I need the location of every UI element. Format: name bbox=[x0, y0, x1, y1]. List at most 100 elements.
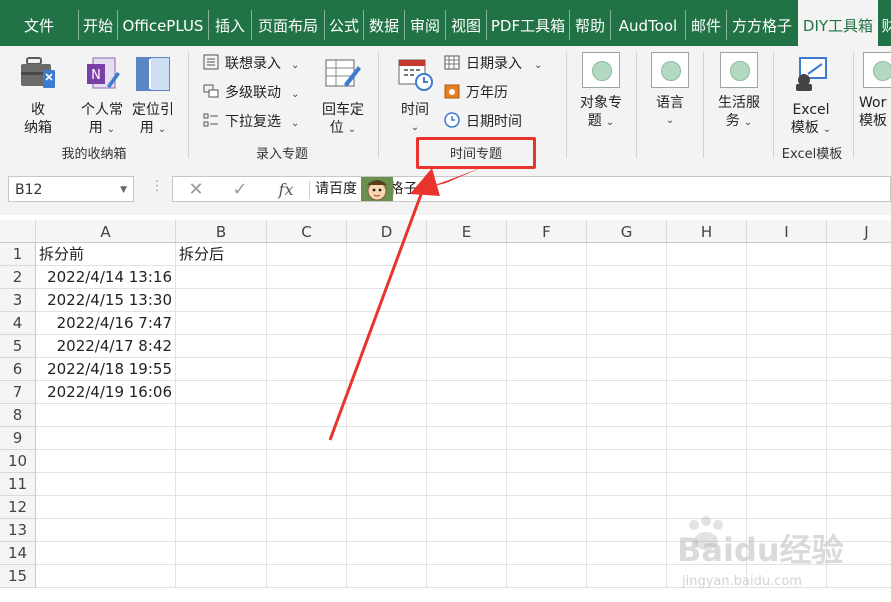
cell-G7[interactable] bbox=[587, 381, 667, 404]
cell-I7[interactable] bbox=[747, 381, 827, 404]
cell-C10[interactable] bbox=[267, 450, 347, 473]
cell-F7[interactable] bbox=[507, 381, 587, 404]
cell-D12[interactable] bbox=[347, 496, 427, 519]
cell-B12[interactable] bbox=[176, 496, 267, 519]
tab-file[interactable]: 文件 bbox=[0, 0, 78, 46]
cell-D4[interactable] bbox=[347, 312, 427, 335]
cell-E10[interactable] bbox=[427, 450, 507, 473]
cell-E8[interactable] bbox=[427, 404, 507, 427]
row-header-12[interactable]: 12 bbox=[0, 496, 36, 519]
cell-J6[interactable] bbox=[827, 358, 891, 381]
datetime-button[interactable]: 日期时间 bbox=[444, 111, 522, 133]
word-template-button[interactable]: Wor 模板 bbox=[859, 52, 891, 130]
cell-I4[interactable] bbox=[747, 312, 827, 335]
cell-D5[interactable] bbox=[347, 335, 427, 358]
cell-G13[interactable] bbox=[587, 519, 667, 542]
row-header-10[interactable]: 10 bbox=[0, 450, 36, 473]
cell-G4[interactable] bbox=[587, 312, 667, 335]
date-input-button[interactable]: 日期录入 ⌄ bbox=[444, 53, 542, 75]
cell-H10[interactable] bbox=[667, 450, 747, 473]
cell-F15[interactable] bbox=[507, 565, 587, 588]
cell-F13[interactable] bbox=[507, 519, 587, 542]
cell-F10[interactable] bbox=[507, 450, 587, 473]
cell-F3[interactable] bbox=[507, 289, 587, 312]
excel-template-button[interactable]: Excel 模板 ⌄ bbox=[782, 56, 840, 139]
row-header-13[interactable]: 13 bbox=[0, 519, 36, 542]
cell-E2[interactable] bbox=[427, 266, 507, 289]
cell-F8[interactable] bbox=[507, 404, 587, 427]
cell-C6[interactable] bbox=[267, 358, 347, 381]
cell-D1[interactable] bbox=[347, 243, 427, 266]
cell-F1[interactable] bbox=[507, 243, 587, 266]
column-header-J[interactable]: J bbox=[827, 220, 891, 243]
cell-A2[interactable]: 2022/4/14 13:16 bbox=[36, 266, 176, 289]
cell-B4[interactable] bbox=[176, 312, 267, 335]
cell-A14[interactable] bbox=[36, 542, 176, 565]
cell-C9[interactable] bbox=[267, 427, 347, 450]
cell-A1[interactable]: 拆分前 bbox=[36, 243, 176, 266]
cell-J1[interactable] bbox=[827, 243, 891, 266]
cell-I11[interactable] bbox=[747, 473, 827, 496]
cell-E3[interactable] bbox=[427, 289, 507, 312]
cell-J9[interactable] bbox=[827, 427, 891, 450]
cancel-icon[interactable]: ✕ bbox=[181, 177, 211, 203]
cell-E5[interactable] bbox=[427, 335, 507, 358]
cell-D14[interactable] bbox=[347, 542, 427, 565]
cell-B10[interactable] bbox=[176, 450, 267, 473]
confirm-icon[interactable]: ✓ bbox=[225, 177, 255, 203]
cell-J3[interactable] bbox=[827, 289, 891, 312]
row-header-6[interactable]: 6 bbox=[0, 358, 36, 381]
cell-G6[interactable] bbox=[587, 358, 667, 381]
column-header-C[interactable]: C bbox=[267, 220, 347, 243]
cell-H11[interactable] bbox=[667, 473, 747, 496]
cell-D6[interactable] bbox=[347, 358, 427, 381]
object-topic-button[interactable]: 对象专 题 ⌄ bbox=[574, 52, 628, 132]
tab-officeplus[interactable]: OfficePLUS bbox=[118, 0, 208, 46]
cell-F2[interactable] bbox=[507, 266, 587, 289]
cell-G8[interactable] bbox=[587, 404, 667, 427]
cell-A15[interactable] bbox=[36, 565, 176, 588]
cell-I1[interactable] bbox=[747, 243, 827, 266]
cell-J8[interactable] bbox=[827, 404, 891, 427]
cell-B1[interactable]: 拆分后 bbox=[176, 243, 267, 266]
cell-E4[interactable] bbox=[427, 312, 507, 335]
cell-A12[interactable] bbox=[36, 496, 176, 519]
cell-H2[interactable] bbox=[667, 266, 747, 289]
cell-H7[interactable] bbox=[667, 381, 747, 404]
cell-I5[interactable] bbox=[747, 335, 827, 358]
cell-D10[interactable] bbox=[347, 450, 427, 473]
cell-G15[interactable] bbox=[587, 565, 667, 588]
cell-C12[interactable] bbox=[267, 496, 347, 519]
cell-D13[interactable] bbox=[347, 519, 427, 542]
cell-E9[interactable] bbox=[427, 427, 507, 450]
row-header-1[interactable]: 1 bbox=[0, 243, 36, 266]
name-box[interactable]: B12 ▼ bbox=[8, 176, 134, 202]
tab-data[interactable]: 数据 bbox=[364, 0, 404, 46]
cell-A8[interactable] bbox=[36, 404, 176, 427]
row-header-14[interactable]: 14 bbox=[0, 542, 36, 565]
tab-view[interactable]: 视图 bbox=[446, 0, 486, 46]
cell-D7[interactable] bbox=[347, 381, 427, 404]
perpetual-calendar-button[interactable]: 万年历 bbox=[444, 82, 508, 104]
cell-G14[interactable] bbox=[587, 542, 667, 565]
cell-J7[interactable] bbox=[827, 381, 891, 404]
cell-H9[interactable] bbox=[667, 427, 747, 450]
cell-A3[interactable]: 2022/4/15 13:30 bbox=[36, 289, 176, 312]
tab-fangfang[interactable]: 方方格子 bbox=[727, 0, 797, 46]
column-header-H[interactable]: H bbox=[667, 220, 747, 243]
personal-common-button[interactable]: N 个人常 用 ⌄ bbox=[76, 56, 128, 139]
cell-J10[interactable] bbox=[827, 450, 891, 473]
cell-D2[interactable] bbox=[347, 266, 427, 289]
cell-G12[interactable] bbox=[587, 496, 667, 519]
cell-E12[interactable] bbox=[427, 496, 507, 519]
column-header-D[interactable]: D bbox=[347, 220, 427, 243]
cell-H8[interactable] bbox=[667, 404, 747, 427]
cell-E1[interactable] bbox=[427, 243, 507, 266]
time-button[interactable]: 时间 ⌄ bbox=[392, 56, 438, 137]
cell-H4[interactable] bbox=[667, 312, 747, 335]
cell-B3[interactable] bbox=[176, 289, 267, 312]
cell-A10[interactable] bbox=[36, 450, 176, 473]
cell-D11[interactable] bbox=[347, 473, 427, 496]
cell-B6[interactable] bbox=[176, 358, 267, 381]
cell-D3[interactable] bbox=[347, 289, 427, 312]
